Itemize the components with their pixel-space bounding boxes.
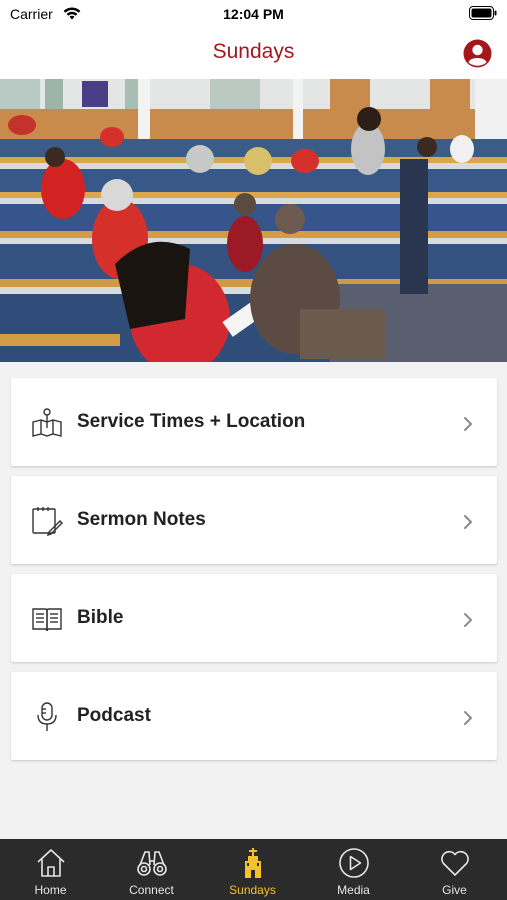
chevron-right-icon [464,711,472,725]
tab-label: Sundays [229,883,276,897]
heart-icon [441,850,469,876]
menu-item-sermon-notes[interactable]: Sermon Notes [11,476,497,564]
tab-label: Connect [129,883,174,897]
tab-bar: Home Connect Sundays Media Give [0,839,507,900]
menu-item-label: Bible [77,607,124,628]
tab-sundays[interactable]: Sundays [202,839,303,900]
tab-home[interactable]: Home [0,839,101,900]
status-time: 12:04 PM [223,6,284,22]
chevron-right-icon [464,515,472,529]
chevron-right-icon [464,417,472,431]
church-icon [245,848,261,878]
menu-item-bible[interactable]: Bible [11,574,497,662]
tab-label: Media [337,883,370,897]
status-bar: Carrier 12:04 PM [0,0,507,28]
tab-media[interactable]: Media [303,839,404,900]
tab-label: Home [34,883,67,897]
menu-item-label: Podcast [77,705,151,726]
menu-item-service-times-location[interactable]: Service Times + Location [11,378,497,466]
navigation-bar: Sundays [0,28,507,79]
tab-connect[interactable]: Connect [101,839,202,900]
binoculars-icon [137,851,167,876]
person-circle-icon[interactable] [463,39,492,68]
chevron-right-icon [464,613,472,627]
hero-image [0,79,507,362]
open-book-icon [32,608,62,632]
tab-label: Give [442,883,467,897]
battery-icon [469,6,497,20]
home-icon [37,849,65,877]
notepad-pencil-icon [32,507,63,536]
menu-item-label: Service Times + Location [77,411,306,432]
microphone-icon [37,702,57,731]
play-circle-icon [339,848,369,878]
menu-item-podcast[interactable]: Podcast [11,672,497,760]
tab-give[interactable]: Give [404,839,505,900]
menu-list: Service Times + Location Sermon Notes Bi… [11,378,497,770]
menu-item-label: Sermon Notes [77,509,206,530]
map-pin-icon [32,408,62,437]
page-title: Sundays [212,40,295,63]
